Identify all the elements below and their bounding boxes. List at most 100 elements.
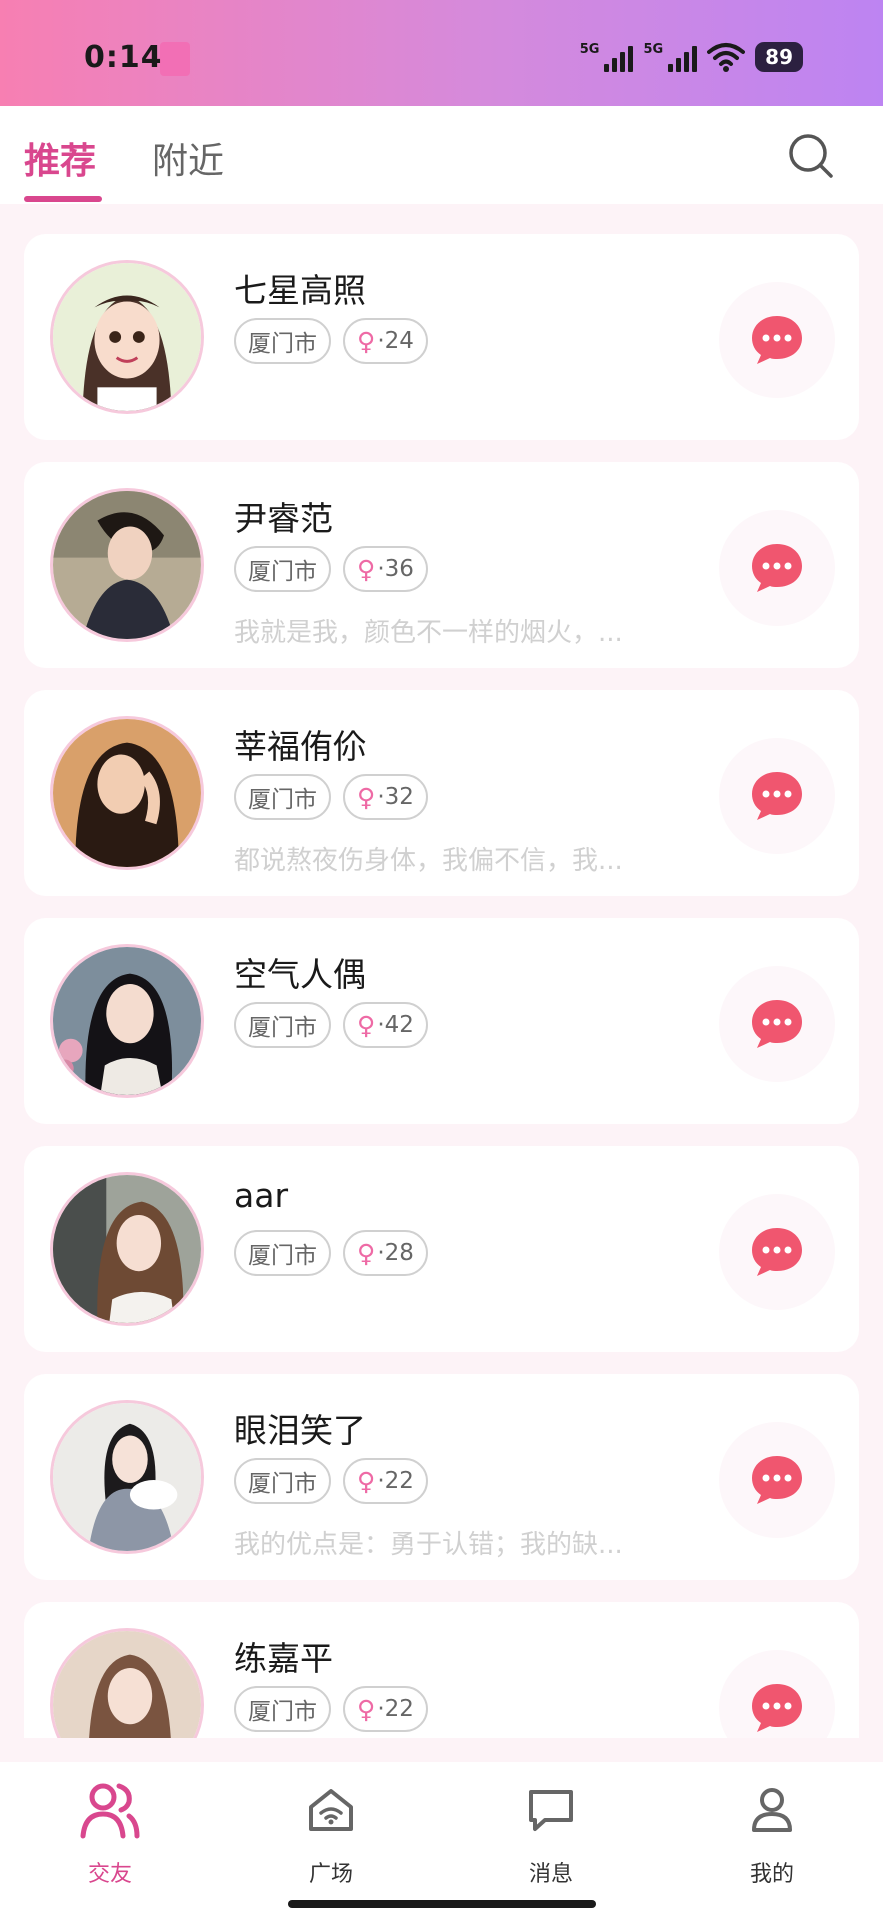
status-icons: 5G 5G 89 xyxy=(580,42,803,72)
city-tag: 厦门市 xyxy=(234,318,331,364)
age-label: ·24 xyxy=(377,328,414,354)
female-icon: ♀ xyxy=(357,1694,376,1724)
user-tags: 厦门市 ♀ ·24 xyxy=(234,318,428,364)
nav-item-messages[interactable]: 消息 xyxy=(476,1772,626,1888)
user-card[interactable]: 练嘉平 厦门市 ♀ ·22 xyxy=(24,1602,859,1738)
user-name: 七星高照 xyxy=(234,271,366,310)
female-icon: ♀ xyxy=(357,782,376,812)
avatar[interactable] xyxy=(50,260,204,414)
city-tag: 厦门市 xyxy=(234,1458,331,1504)
status-bar: 0:14 5G 5G 89 xyxy=(0,0,883,106)
age-label: ·42 xyxy=(377,1012,414,1038)
chat-bubble-icon xyxy=(752,1228,802,1276)
signal-icon: 5G xyxy=(643,42,698,72)
nav-item-plaza[interactable]: 广场 xyxy=(256,1772,406,1888)
user-bio: 我就是我，颜色不一样的烟火，... xyxy=(234,618,623,648)
plaza-icon xyxy=(256,1772,406,1848)
home-indicator[interactable] xyxy=(288,1900,596,1908)
chat-button[interactable] xyxy=(719,738,835,854)
avatar[interactable] xyxy=(50,944,204,1098)
chat-bubble-icon xyxy=(752,1000,802,1048)
wifi-icon xyxy=(707,42,746,72)
user-card[interactable]: 尹睿范 厦门市 ♀ ·36 我就是我，颜色不一样的烟火，... xyxy=(24,462,859,668)
gender-age-tag: ♀ ·32 xyxy=(343,774,428,820)
active-tab-indicator xyxy=(24,196,102,202)
avatar[interactable] xyxy=(50,1172,204,1326)
city-tag: 厦门市 xyxy=(234,546,331,592)
status-time: 0:14 xyxy=(84,40,163,75)
nav-label: 消息 xyxy=(528,1862,573,1887)
tab-recommend[interactable]: 推荐 xyxy=(24,132,96,184)
network-type-label: 5G xyxy=(579,42,600,57)
chat-bubble-icon xyxy=(752,1456,802,1504)
city-tag: 厦门市 xyxy=(234,1230,331,1276)
age-label: ·32 xyxy=(377,784,414,810)
chat-bubble-icon xyxy=(752,316,802,364)
age-label: ·28 xyxy=(377,1240,414,1266)
age-label: ·22 xyxy=(377,1696,414,1722)
avatar[interactable] xyxy=(50,1628,204,1738)
user-name: 莘福侑伱 xyxy=(234,727,366,766)
chat-button[interactable] xyxy=(719,966,835,1082)
nav-label: 广场 xyxy=(308,1862,353,1887)
chat-button[interactable] xyxy=(719,1422,835,1538)
user-card[interactable]: 七星高照 厦门市 ♀ ·24 xyxy=(24,234,859,440)
gender-age-tag: ♀ ·42 xyxy=(343,1002,428,1048)
female-icon: ♀ xyxy=(357,554,376,584)
search-icon[interactable] xyxy=(787,132,835,180)
user-list[interactable]: 七星高照 厦门市 ♀ ·24 尹睿范 厦门市 ♀ ·36 我就是我，颜色不一样的… xyxy=(0,204,883,1738)
tab-nearby[interactable]: 附近 xyxy=(152,132,224,184)
user-tags: 厦门市 ♀ ·32 xyxy=(234,774,428,820)
user-card[interactable]: 莘福侑伱 厦门市 ♀ ·32 都说熬夜伤身体，我偏不信，我... xyxy=(24,690,859,896)
avatar[interactable] xyxy=(50,716,204,870)
user-name: 练嘉平 xyxy=(234,1639,333,1678)
female-icon: ♀ xyxy=(357,1238,376,1268)
top-tab-bar: 推荐 附近 xyxy=(0,106,883,204)
gender-age-tag: ♀ ·22 xyxy=(343,1686,428,1732)
user-name: aar xyxy=(234,1176,289,1215)
user-name: 眼泪笑了 xyxy=(234,1411,366,1450)
user-tags: 厦门市 ♀ ·42 xyxy=(234,1002,428,1048)
chat-bubble-icon xyxy=(752,772,802,820)
gender-age-tag: ♀ ·28 xyxy=(343,1230,428,1276)
nav-item-profile[interactable]: 我的 xyxy=(697,1772,847,1888)
gender-age-tag: ♀ ·22 xyxy=(343,1458,428,1504)
user-tags: 厦门市 ♀ ·22 xyxy=(234,1686,428,1732)
user-name: 空气人偶 xyxy=(234,955,366,994)
city-tag: 厦门市 xyxy=(234,1686,331,1732)
female-icon: ♀ xyxy=(357,1466,376,1496)
city-tag: 厦门市 xyxy=(234,774,331,820)
nav-label: 交友 xyxy=(87,1862,132,1887)
nav-label: 我的 xyxy=(749,1862,794,1887)
user-card[interactable]: aar 厦门市 ♀ ·28 xyxy=(24,1146,859,1352)
signal-icon: 5G xyxy=(580,42,634,72)
gender-age-tag: ♀ ·24 xyxy=(343,318,428,364)
chat-button[interactable] xyxy=(719,1650,835,1738)
user-tags: 厦门市 ♀ ·36 xyxy=(234,546,428,592)
network-type-label: 5G xyxy=(643,42,664,57)
female-icon: ♀ xyxy=(357,1010,376,1040)
notification-indicator xyxy=(160,42,190,76)
user-name: 尹睿范 xyxy=(234,499,333,538)
city-tag: 厦门市 xyxy=(234,1002,331,1048)
nav-item-friends[interactable]: 交友 xyxy=(35,1772,185,1888)
user-bio: 我的优点是：勇于认错；我的缺... xyxy=(234,1530,623,1560)
chat-bubble-icon xyxy=(752,1684,802,1732)
user-bio: 都说熬夜伤身体，我偏不信，我... xyxy=(234,846,623,876)
age-label: ·22 xyxy=(377,1468,414,1494)
friends-icon xyxy=(35,1772,185,1848)
user-card[interactable]: 空气人偶 厦门市 ♀ ·42 xyxy=(24,918,859,1124)
chat-button[interactable] xyxy=(719,1194,835,1310)
age-label: ·36 xyxy=(377,556,414,582)
avatar[interactable] xyxy=(50,1400,204,1554)
chat-button[interactable] xyxy=(719,282,835,398)
bottom-nav: 交友 广场 消息 我的 xyxy=(0,1762,883,1920)
gender-age-tag: ♀ ·36 xyxy=(343,546,428,592)
user-tags: 厦门市 ♀ ·22 xyxy=(234,1458,428,1504)
avatar[interactable] xyxy=(50,488,204,642)
user-card[interactable]: 眼泪笑了 厦门市 ♀ ·22 我的优点是：勇于认错；我的缺... xyxy=(24,1374,859,1580)
profile-icon xyxy=(697,1772,847,1848)
user-tags: 厦门市 ♀ ·28 xyxy=(234,1230,428,1276)
female-icon: ♀ xyxy=(357,326,376,356)
chat-button[interactable] xyxy=(719,510,835,626)
